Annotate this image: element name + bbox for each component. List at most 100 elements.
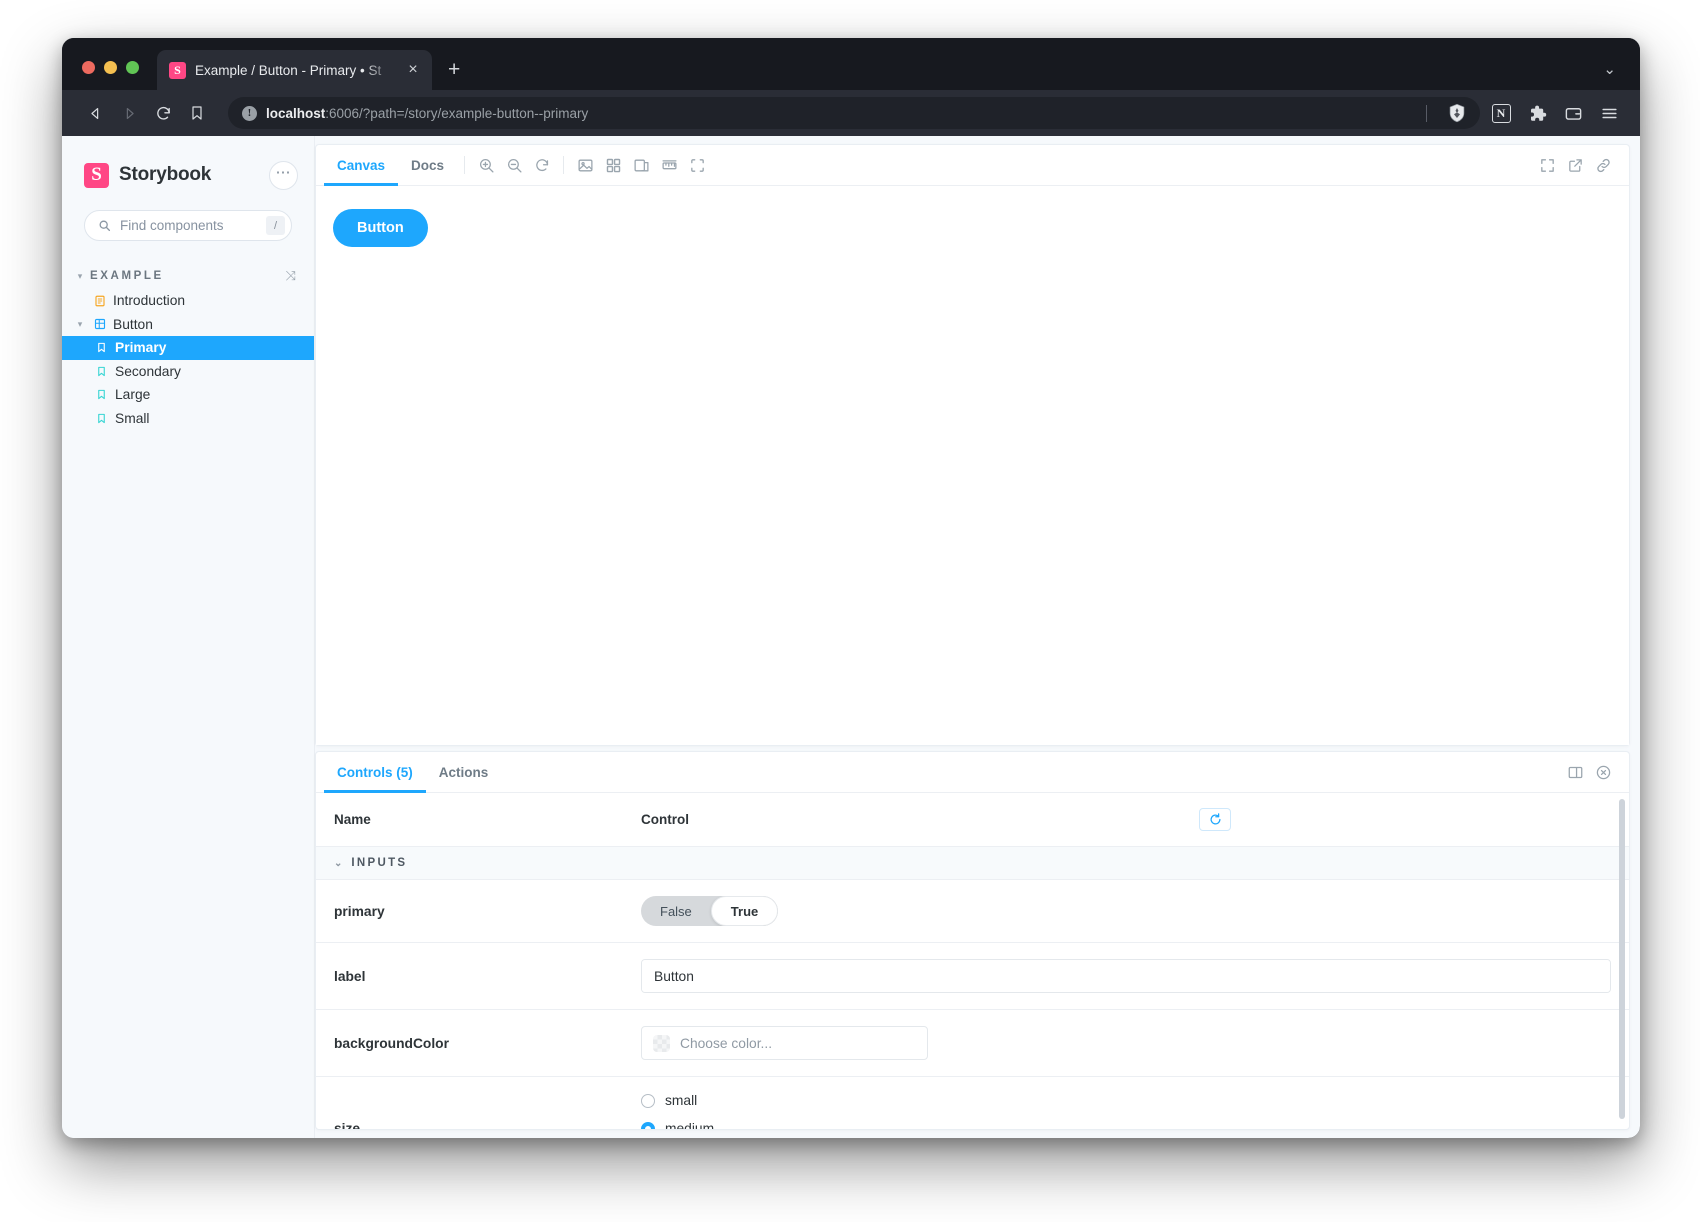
sidebar-item-small[interactable]: Small xyxy=(62,407,314,431)
tab-title: Example / Button - Primary • St xyxy=(195,62,382,78)
boolean-option-false[interactable]: False xyxy=(641,896,711,926)
close-window-button[interactable] xyxy=(82,61,95,74)
table-header-row: Name Control xyxy=(316,793,1629,847)
panel-position-icon[interactable] xyxy=(1561,752,1589,792)
zoom-reset-icon[interactable] xyxy=(528,145,556,185)
table-row: label xyxy=(316,942,1629,1010)
extensions-icon[interactable] xyxy=(1522,98,1552,128)
sidebar-item-label: Secondary xyxy=(115,363,181,379)
sidebar-item-primary[interactable]: Primary xyxy=(62,336,314,360)
arg-control-primary: False True xyxy=(623,879,1629,943)
chevron-down-icon[interactable]: ▾ xyxy=(74,271,86,282)
arg-name-primary: primary xyxy=(316,879,623,943)
tab-docs[interactable]: Docs xyxy=(398,145,457,185)
url-host: localhost xyxy=(266,105,326,121)
site-info-icon[interactable]: ! xyxy=(242,105,257,121)
chevron-down-icon[interactable]: ⌄ xyxy=(1603,60,1616,78)
fullscreen-icon[interactable] xyxy=(1533,145,1561,185)
table-row: size small medium xyxy=(316,1076,1629,1129)
zoom-in-icon[interactable] xyxy=(472,145,500,185)
zoom-out-icon[interactable] xyxy=(500,145,528,185)
addons-panel: Controls (5) Actions Name Control ⌄ INPU… xyxy=(315,751,1630,1130)
reload-button[interactable] xyxy=(148,98,178,128)
open-new-tab-icon[interactable] xyxy=(1561,145,1589,185)
color-placeholder: Choose color... xyxy=(680,1035,773,1051)
radio-icon-selected[interactable] xyxy=(641,1121,655,1129)
radio-icon[interactable] xyxy=(641,1093,655,1108)
browser-tabstrip: S Example / Button - Primary • St × + ⌄ xyxy=(62,38,1640,90)
search-box[interactable]: / xyxy=(84,210,292,241)
storybook-logo-icon: S xyxy=(84,162,109,188)
panel-scrollbar[interactable] xyxy=(1619,799,1625,1119)
measure-icon[interactable] xyxy=(655,145,683,185)
tab-actions[interactable]: Actions xyxy=(426,752,502,792)
sidebar-item-label: Introduction xyxy=(113,293,186,309)
sidebar-item-button[interactable]: ▾ Button xyxy=(62,313,314,337)
copy-link-icon[interactable] xyxy=(1589,145,1617,185)
storybook-favicon-icon: S xyxy=(169,61,186,79)
canvas-toolbar: Canvas Docs xyxy=(316,145,1629,186)
controls-body: Name Control ⌄ INPUTS primary False True… xyxy=(316,793,1629,1129)
notion-extension-icon[interactable]: N xyxy=(1486,98,1516,128)
back-button[interactable] xyxy=(80,98,110,128)
controls-table: Name Control ⌄ INPUTS primary False True… xyxy=(316,793,1629,1129)
browser-menu-icon[interactable] xyxy=(1594,98,1624,128)
reset-controls-button[interactable] xyxy=(1199,808,1232,831)
close-tab-icon[interactable]: × xyxy=(404,62,422,78)
new-tab-button[interactable]: + xyxy=(448,59,460,80)
color-swatch-icon[interactable] xyxy=(653,1034,670,1052)
brave-shields-icon[interactable] xyxy=(1446,102,1468,124)
boolean-toggle-primary[interactable]: False True xyxy=(641,896,779,926)
sidebar-item-secondary[interactable]: Secondary xyxy=(62,360,314,384)
close-panel-icon[interactable] xyxy=(1589,752,1617,792)
outline-icon[interactable] xyxy=(683,145,711,185)
maximize-window-button[interactable] xyxy=(126,61,139,74)
radio-option-medium[interactable]: medium xyxy=(641,1121,1611,1129)
arg-name-size: size xyxy=(316,1076,623,1129)
grid-icon[interactable] xyxy=(599,145,627,185)
collapse-all-icon[interactable]: ⤨ xyxy=(286,268,296,284)
window-traffic-lights xyxy=(82,61,139,90)
backgrounds-icon[interactable] xyxy=(571,145,599,185)
browser-tab[interactable]: S Example / Button - Primary • St × xyxy=(157,50,432,90)
browser-navbar: ! localhost:6006/?path=/story/example-bu… xyxy=(62,90,1640,136)
sidebar-item-large[interactable]: Large xyxy=(62,383,314,407)
bookmark-icon[interactable] xyxy=(182,98,212,128)
tab-canvas[interactable]: Canvas xyxy=(324,145,399,186)
search-input[interactable] xyxy=(120,218,257,233)
arg-name-backgroundcolor: backgroundColor xyxy=(316,1009,623,1077)
sidebar-item-label: Large xyxy=(115,387,151,403)
boolean-option-true[interactable]: True xyxy=(710,896,779,926)
notion-letter: N xyxy=(1491,103,1511,123)
toolbar-divider xyxy=(464,156,466,174)
story-icon xyxy=(95,388,108,401)
sidebar-item-introduction[interactable]: Introduction xyxy=(62,289,314,313)
wallet-icon[interactable] xyxy=(1558,98,1588,128)
story-icon xyxy=(95,412,108,425)
tree-root-example[interactable]: ▾ EXAMPLE ⤨ xyxy=(62,263,314,289)
radio-option-small[interactable]: small xyxy=(641,1093,1611,1108)
sidebar-brand[interactable]: S Storybook ⋯ xyxy=(62,158,314,192)
table-row: primary False True xyxy=(316,879,1629,943)
text-input-label[interactable] xyxy=(641,959,1611,993)
story-button[interactable]: Button xyxy=(333,209,428,247)
url-path: :6006/?path=/story/example-button--prima… xyxy=(325,105,589,121)
forward-button[interactable] xyxy=(114,98,144,128)
chevron-down-icon[interactable]: ⌄ xyxy=(334,858,342,869)
minimize-window-button[interactable] xyxy=(104,61,117,74)
color-picker-backgroundcolor[interactable]: Choose color... xyxy=(641,1026,928,1060)
tab-controls[interactable]: Controls (5) xyxy=(324,752,426,793)
component-tree: ▾ EXAMPLE ⤨ Introduction ▾ Button Primar… xyxy=(62,263,314,430)
section-inputs[interactable]: ⌄ INPUTS xyxy=(316,846,1629,880)
main-area: Canvas Docs Button Controls (5) Actions … xyxy=(315,136,1640,1138)
viewport-icon[interactable] xyxy=(627,145,655,185)
story-preview-iframe: Button xyxy=(316,186,1629,745)
canvas-toolbar-right xyxy=(1533,145,1617,185)
sidebar-menu-button[interactable]: ⋯ xyxy=(269,160,298,190)
storybook-app: S Storybook ⋯ / ▾ EXAMPLE ⤨ xyxy=(62,136,1640,1138)
radio-label: medium xyxy=(665,1121,715,1129)
chevron-down-icon[interactable]: ▾ xyxy=(74,319,86,330)
toolbar-divider xyxy=(563,156,565,174)
address-bar[interactable]: ! localhost:6006/?path=/story/example-bu… xyxy=(228,97,1480,129)
arg-control-label xyxy=(623,942,1629,1010)
